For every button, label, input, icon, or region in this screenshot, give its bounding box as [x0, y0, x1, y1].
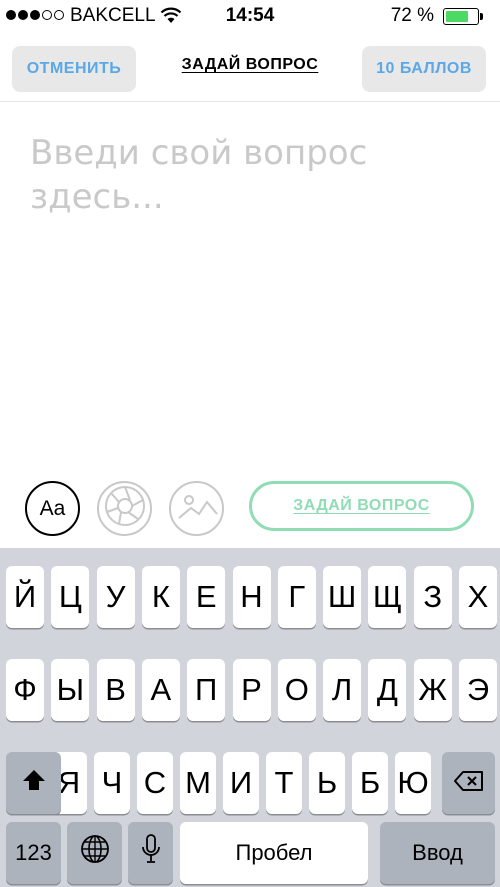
- key[interactable]: Л: [323, 659, 362, 721]
- key[interactable]: О: [277, 659, 316, 721]
- nav-bar: ОТМЕНИТЬ ЗАДАЙ ВОПРОС 10 БАЛЛОВ: [0, 32, 500, 102]
- key[interactable]: З: [413, 566, 452, 628]
- text-format-button[interactable]: Aa: [25, 481, 80, 536]
- key[interactable]: Ы: [51, 659, 90, 721]
- camera-aperture-icon: [103, 484, 147, 533]
- key[interactable]: Р: [232, 659, 271, 721]
- key[interactable]: Д: [368, 659, 407, 721]
- text-format-label: Aa: [39, 496, 66, 520]
- microphone-icon: [141, 833, 161, 873]
- key[interactable]: А: [141, 659, 180, 721]
- globe-icon: [79, 833, 111, 873]
- camera-button[interactable]: [97, 481, 152, 536]
- dictation-key[interactable]: [128, 822, 173, 884]
- key[interactable]: Ф: [6, 659, 44, 721]
- ask-question-button[interactable]: ЗАДАЙ ВОПРОС: [249, 481, 474, 531]
- key[interactable]: Ю: [395, 752, 431, 814]
- key[interactable]: П: [187, 659, 226, 721]
- battery-tip: [480, 13, 483, 20]
- return-key[interactable]: Ввод: [380, 822, 495, 884]
- key[interactable]: И: [223, 752, 259, 814]
- key[interactable]: Ч: [94, 752, 130, 814]
- numbers-key[interactable]: 123: [6, 822, 61, 884]
- key[interactable]: У: [96, 566, 135, 628]
- image-icon: [175, 484, 219, 533]
- key[interactable]: С: [137, 752, 173, 814]
- keyboard: ЙЦУКЕНГШЩЗХ ФЫВАПРОЛДЖЭ ЯЧСМИТЬБЮ 123 Пр…: [0, 548, 500, 887]
- question-input[interactable]: [30, 131, 470, 451]
- backspace-icon: [453, 765, 485, 801]
- key[interactable]: К: [141, 566, 180, 628]
- key[interactable]: Ж: [413, 659, 452, 721]
- key[interactable]: Ш: [323, 566, 362, 628]
- key[interactable]: В: [96, 659, 135, 721]
- compose-toolbar: Aa ЗАДАЙ ВОПРОС: [0, 478, 500, 540]
- key[interactable]: Ь: [309, 752, 345, 814]
- key[interactable]: Э: [459, 659, 497, 721]
- key[interactable]: Х: [459, 566, 497, 628]
- battery-fill: [446, 11, 468, 22]
- key[interactable]: Й: [6, 566, 44, 628]
- key[interactable]: Т: [266, 752, 302, 814]
- key[interactable]: Б: [352, 752, 388, 814]
- space-key[interactable]: Пробел: [180, 822, 368, 884]
- key[interactable]: Ц: [51, 566, 90, 628]
- key[interactable]: Г: [277, 566, 316, 628]
- backspace-key[interactable]: [442, 752, 495, 814]
- shift-icon: [21, 765, 47, 801]
- question-area: [0, 103, 500, 473]
- battery-percent: 72 %: [390, 5, 434, 26]
- battery-icon: [443, 8, 479, 25]
- key[interactable]: Н: [232, 566, 271, 628]
- key[interactable]: Щ: [368, 566, 407, 628]
- status-bar: BAKCELL 14:54 72 %: [0, 0, 500, 32]
- image-button[interactable]: [169, 481, 224, 536]
- key[interactable]: Е: [187, 566, 226, 628]
- key[interactable]: М: [180, 752, 216, 814]
- points-button[interactable]: 10 БАЛЛОВ: [362, 46, 486, 92]
- shift-key[interactable]: [6, 752, 61, 814]
- globe-key[interactable]: [67, 822, 122, 884]
